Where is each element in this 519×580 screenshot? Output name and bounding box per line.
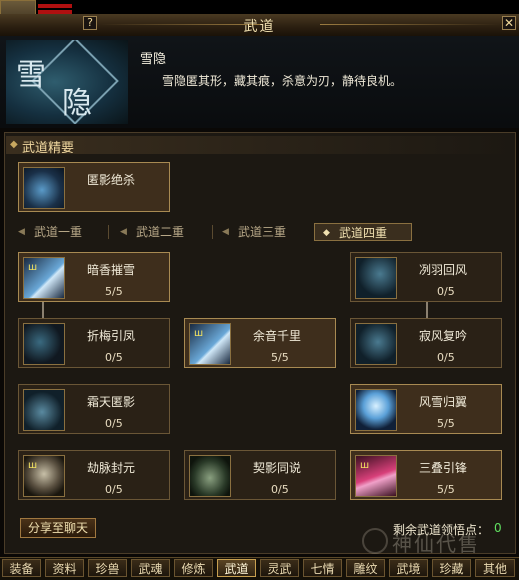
talent-name: 契影同说 [253,461,302,475]
tab-label: 武道三重 [238,225,287,239]
talent-card[interactable]: 冽羽回风 0/5 [350,252,502,302]
bottom-tab-spirit-weapon[interactable]: 灵武 [260,559,299,577]
talent-card[interactable]: 契影同说 0/5 [184,450,336,500]
talent-name: 折梅引凤 [87,329,136,343]
talent-count: 0/5 [105,417,123,430]
talent-name: 劫脉封元 [87,461,136,475]
talent-name: 三叠引锋 [419,461,468,475]
bottom-tab-pets[interactable]: 珍兽 [88,559,127,577]
shadow-pact-icon [189,455,231,497]
section-arrow-icon: ◆ [10,139,18,150]
skill-description: 雪隐匿其形，藏其痕，杀意为刃，静待良机。 [162,74,403,88]
window-title: 武道 [243,19,276,35]
talent-count: 5/5 [105,285,123,298]
talent-count: 0/5 [105,351,123,364]
talent-card[interactable]: ш 暗香摧雪 5/5 [18,252,170,302]
snow-wing-icon [355,389,397,431]
talent-count: 0/5 [437,285,455,298]
tab-wudao-2[interactable]: ◀ 武道二重 [112,223,210,241]
bottom-tab-martial-soul[interactable]: 武魂 [131,559,170,577]
tab-wudao-3[interactable]: ◀ 武道三重 [214,223,312,241]
tab-arrow-icon: ◆ [323,228,330,238]
bottom-tab-equipment[interactable]: 装备 [2,559,41,577]
talent-card[interactable]: 折梅引凤 0/5 [18,318,170,368]
bottom-tab-other[interactable]: 其他 [475,559,515,577]
silent-wind-icon [355,323,397,365]
skill-name: 雪隐 [140,52,167,67]
sword-slash-icon: ш [23,257,65,299]
tab-wudao-1[interactable]: ◀ 武道一重 [10,223,106,241]
bottom-tab-cultivation[interactable]: 修炼 [174,559,213,577]
talent-card[interactable]: 寂风复吟 0/5 [350,318,502,368]
bottom-tab-martial-realm[interactable]: 武境 [389,559,428,577]
talent-count: 0/5 [271,483,289,496]
tab-arrow-icon: ◀ [18,227,25,237]
shadow-strike-icon [23,167,65,209]
talent-card[interactable]: ш 余音千里 5/5 [184,318,336,368]
skill-emblem: 雪 隐 [6,40,128,124]
section-title: 武道精要 [22,141,75,156]
talent-card[interactable]: ш 三叠引锋 5/5 [350,450,502,500]
talent-name: 寂风复吟 [419,329,468,343]
talent-count: 5/5 [271,351,289,364]
bottom-tab-collection[interactable]: 珍藏 [432,559,471,577]
seal-pulse-icon: ш [23,455,65,497]
talent-name: 暗香摧雪 [87,263,136,277]
top-status-strip [0,0,519,14]
share-to-chat-button[interactable]: 分享至聊天 [20,518,96,538]
triple-edge-icon: ш [355,455,397,497]
talent-card[interactable]: 风雪归翼 5/5 [350,384,502,434]
talent-name: 霜天匿影 [87,395,136,409]
talent-name: 冽羽回风 [419,263,468,277]
tab-arrow-icon: ◀ [120,227,127,237]
frost-shadow-icon [23,389,65,431]
talent-card[interactable]: 霜天匿影 0/5 [18,384,170,434]
talent-name: 余音千里 [253,329,302,343]
talent-card[interactable]: ш 劫脉封元 0/5 [18,450,170,500]
tab-label: 武道二重 [136,225,185,239]
talent-count: 0/5 [437,351,455,364]
plum-phoenix-icon [23,323,65,365]
talent-count: 5/5 [437,483,455,496]
essence-skill-card[interactable]: 匿影绝杀 [18,162,170,212]
tab-label: 武道四重 [339,226,388,240]
bottom-tab-profile[interactable]: 资料 [45,559,84,577]
bottom-tab-emotions[interactable]: 七情 [303,559,342,577]
talent-name: 风雪归翼 [419,395,468,409]
essence-skill-name: 匿影绝杀 [87,173,136,187]
talent-count: 5/5 [437,417,455,430]
tab-label: 武道一重 [34,225,83,239]
talent-count: 0/5 [105,483,123,496]
emblem-char-1: 雪 [16,58,46,93]
tab-divider [212,225,213,239]
hp-bar [38,4,72,8]
help-button[interactable]: ? [83,16,97,30]
emblem-char-2: 隐 [62,86,92,121]
wind-feather-icon [355,257,397,299]
tab-arrow-icon: ◀ [222,227,229,237]
tab-wudao-4[interactable]: ◆ 武道四重 [314,223,412,241]
sword-echo-icon: ш [189,323,231,365]
section-header [6,136,514,154]
remaining-points-label: 剩余武道领悟点： [393,523,490,537]
bottom-tab-wudao[interactable]: 武道 [217,559,256,577]
tab-divider [108,225,109,239]
remaining-points-value: 0 [494,521,502,535]
bottom-tab-engraving[interactable]: 雕纹 [346,559,385,577]
close-button[interactable]: ✕ [502,16,516,30]
